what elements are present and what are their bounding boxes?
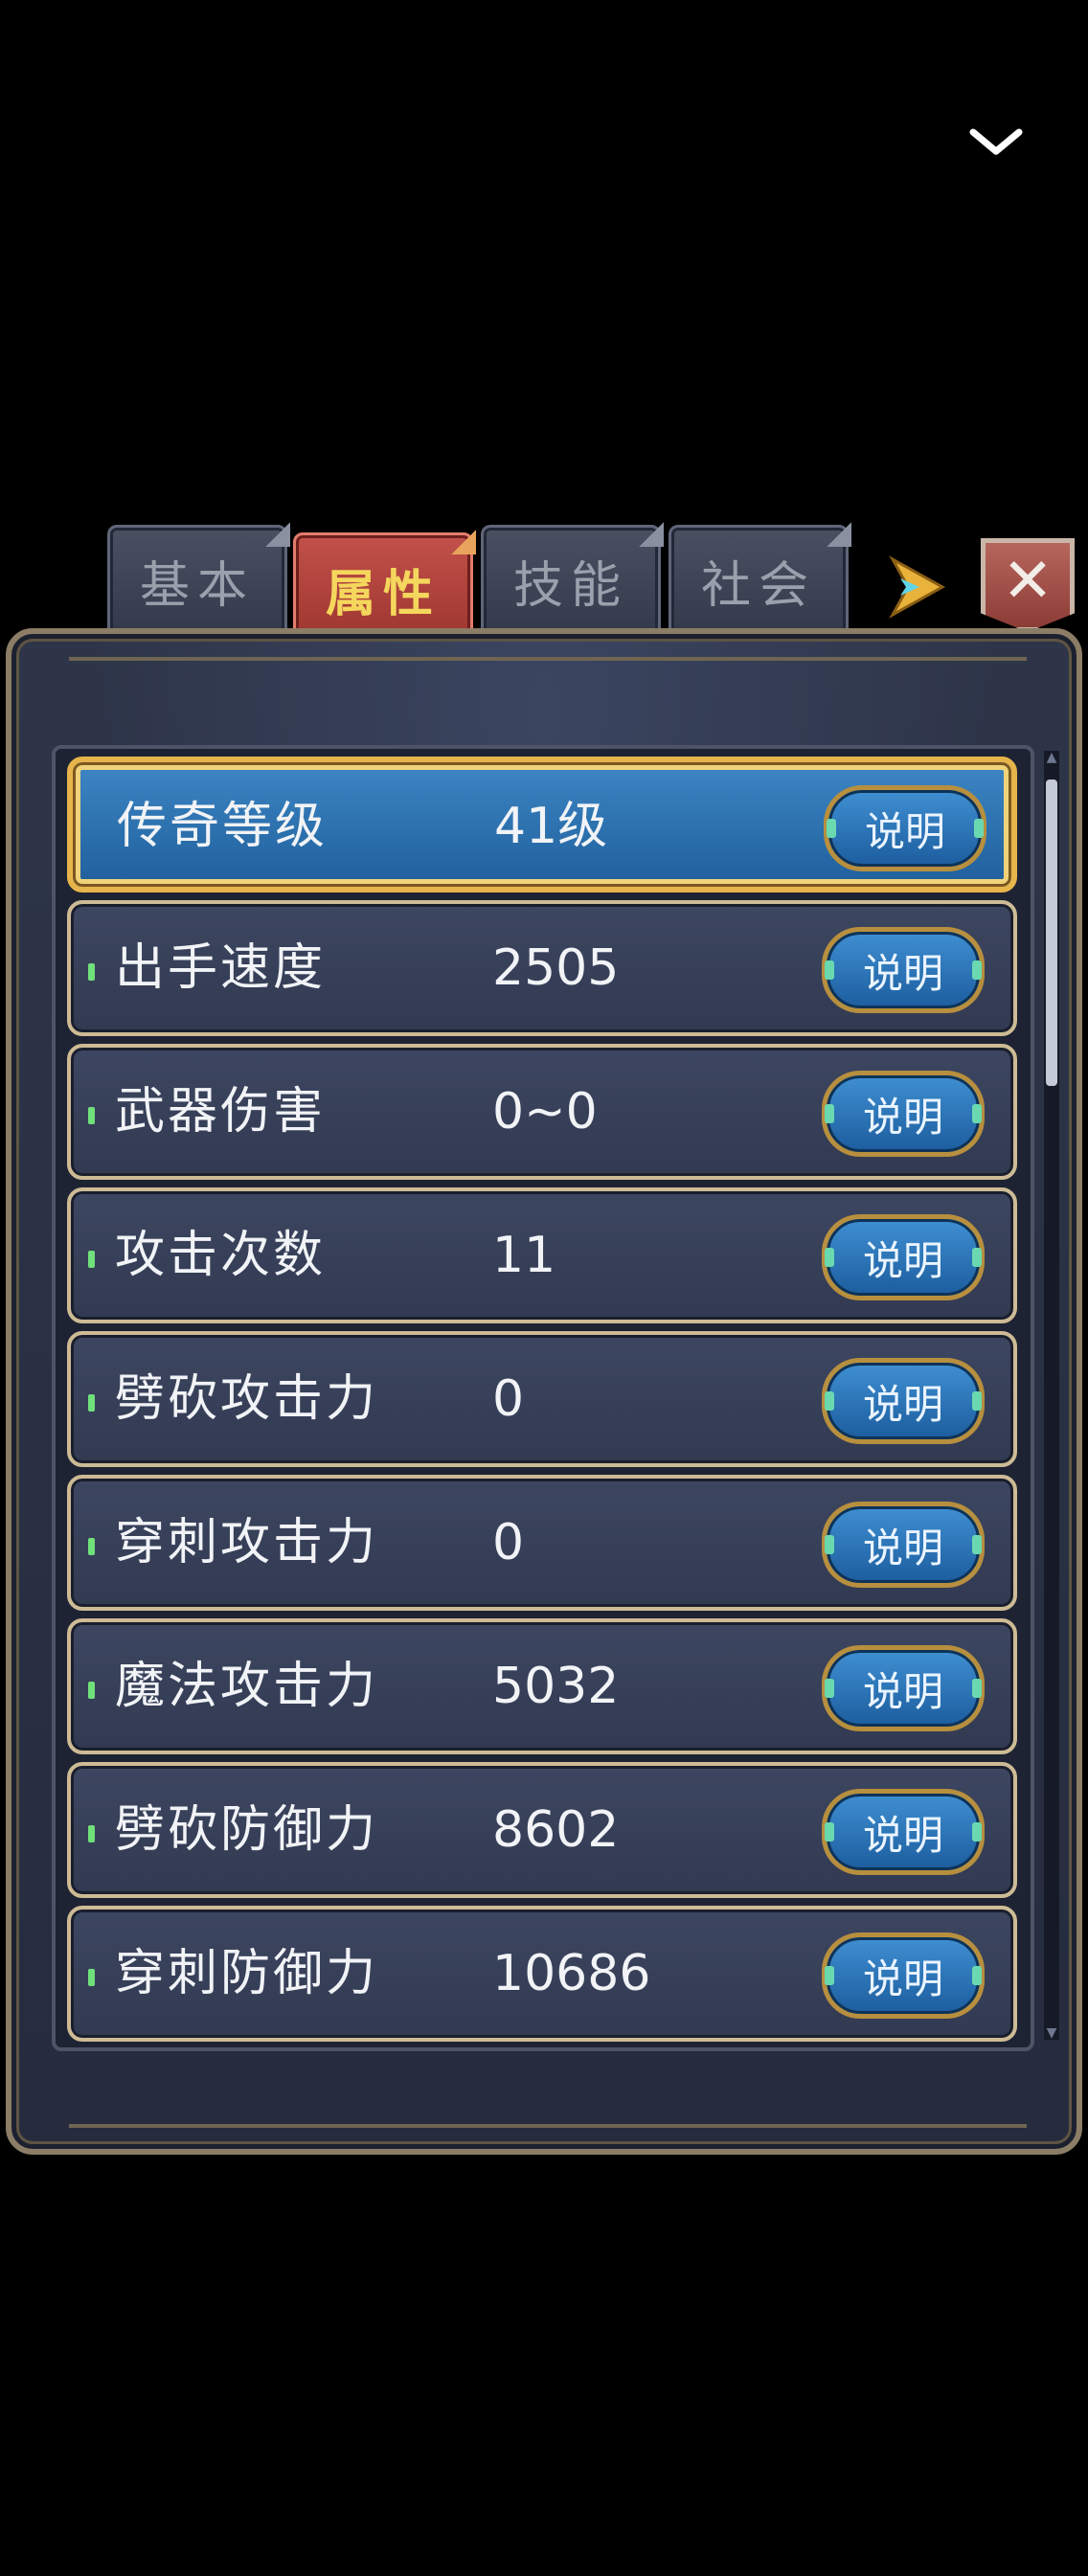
scroll-down-icon: ▼ bbox=[1046, 2025, 1057, 2041]
attribute-row-attack-count[interactable]: 攻击次数 11 说明 bbox=[67, 1187, 1017, 1323]
info-button[interactable]: 说明 bbox=[822, 1789, 985, 1875]
attribute-name: 传奇等级 bbox=[117, 798, 329, 855]
tab-social[interactable]: 社会 bbox=[669, 522, 851, 636]
attribute-value: 41级 bbox=[494, 798, 608, 855]
info-button-label: 说明 bbox=[862, 1667, 943, 1715]
tab-corner bbox=[265, 522, 290, 547]
info-button[interactable]: 说明 bbox=[822, 1358, 985, 1444]
tab-corner bbox=[451, 530, 476, 554]
scroll-up-icon: ▲ bbox=[1046, 750, 1057, 765]
info-button-label: 说明 bbox=[862, 949, 943, 997]
attribute-name: 魔法攻击力 bbox=[115, 1658, 379, 1715]
chevron-down-icon bbox=[969, 128, 1023, 155]
next-tab-button[interactable] bbox=[887, 552, 948, 622]
attribute-name: 穿刺攻击力 bbox=[115, 1514, 379, 1571]
attribute-name: 攻击次数 bbox=[115, 1227, 327, 1284]
info-button[interactable]: 说明 bbox=[822, 1932, 985, 2019]
attribute-row-pierce-defense[interactable]: 穿刺防御力 10686 说明 bbox=[67, 1906, 1017, 2042]
tab-skills[interactable]: 技能 bbox=[481, 522, 664, 636]
info-button[interactable]: 说明 bbox=[822, 927, 985, 1013]
close-icon: ✕ bbox=[1002, 546, 1054, 617]
panel-ornament bbox=[69, 657, 1027, 661]
attribute-row-slash-attack[interactable]: 劈砍攻击力 0 说明 bbox=[67, 1331, 1017, 1467]
tab-social-label: 社会 bbox=[700, 556, 816, 615]
info-button[interactable]: 说明 bbox=[822, 1645, 985, 1731]
row-bullet bbox=[88, 963, 95, 981]
tab-basic[interactable]: 基本 bbox=[107, 522, 290, 636]
attribute-value: 0 bbox=[492, 1370, 525, 1428]
row-bullet bbox=[88, 1969, 95, 1986]
tab-corner bbox=[639, 522, 664, 547]
row-bullet bbox=[88, 1107, 95, 1124]
tab-attributes-label: 属性 bbox=[325, 565, 441, 623]
attribute-row-attack-speed[interactable]: 出手速度 2505 说明 bbox=[67, 900, 1017, 1036]
tab-basic-label: 基本 bbox=[139, 556, 255, 615]
attribute-value: 5032 bbox=[492, 1658, 620, 1715]
list-scrollbar[interactable]: ▲ ▼ bbox=[1044, 751, 1059, 2040]
info-button-label: 说明 bbox=[862, 1236, 943, 1284]
scroll-thumb[interactable] bbox=[1046, 780, 1057, 1086]
row-bullet bbox=[88, 1682, 95, 1699]
info-button[interactable]: 说明 bbox=[822, 1214, 985, 1300]
attribute-value: 2505 bbox=[492, 939, 620, 997]
info-button-label: 说明 bbox=[864, 807, 945, 855]
info-button-label: 说明 bbox=[862, 1380, 943, 1428]
attribute-row-slash-defense[interactable]: 劈砍防御力 8602 说明 bbox=[67, 1762, 1017, 1898]
attribute-row-pierce-attack[interactable]: 穿刺攻击力 0 说明 bbox=[67, 1475, 1017, 1611]
attribute-row-magic-attack[interactable]: 魔法攻击力 5032 说明 bbox=[67, 1618, 1017, 1754]
attribute-name: 劈砍攻击力 bbox=[115, 1370, 379, 1428]
row-bullet bbox=[88, 1251, 95, 1268]
tab-skills-label: 技能 bbox=[512, 556, 628, 615]
arrow-right-icon bbox=[889, 555, 946, 619]
attribute-row-weapon-damage[interactable]: 武器伤害 0~0 说明 bbox=[67, 1044, 1017, 1180]
info-button-label: 说明 bbox=[862, 1093, 943, 1141]
collapse-chevron-button[interactable] bbox=[965, 123, 1027, 161]
attribute-name: 穿刺防御力 bbox=[115, 1945, 379, 2002]
info-button[interactable]: 说明 bbox=[824, 785, 986, 871]
info-button-label: 说明 bbox=[862, 1955, 943, 2002]
row-bullet bbox=[88, 1825, 95, 1842]
tab-corner bbox=[827, 522, 851, 547]
info-button[interactable]: 说明 bbox=[822, 1071, 985, 1157]
attribute-row-legend-level[interactable]: 传奇等级 41级 说明 bbox=[67, 757, 1017, 893]
attribute-value: 0~0 bbox=[492, 1083, 598, 1141]
row-bullet bbox=[88, 1394, 95, 1412]
close-button[interactable]: ✕ bbox=[981, 538, 1075, 632]
panel-ornament bbox=[69, 2124, 1027, 2128]
attribute-value: 8602 bbox=[492, 1801, 620, 1859]
info-button-label: 说明 bbox=[862, 1524, 943, 1571]
attribute-name: 武器伤害 bbox=[115, 1083, 327, 1141]
row-bullet bbox=[88, 1538, 95, 1555]
attribute-value: 11 bbox=[492, 1227, 556, 1284]
attribute-value: 10686 bbox=[492, 1945, 651, 2002]
attribute-value: 0 bbox=[492, 1514, 525, 1571]
info-button-label: 说明 bbox=[862, 1811, 943, 1859]
info-button[interactable]: 说明 bbox=[822, 1502, 985, 1588]
attribute-name: 出手速度 bbox=[115, 939, 327, 997]
attribute-name: 劈砍防御力 bbox=[115, 1801, 379, 1859]
